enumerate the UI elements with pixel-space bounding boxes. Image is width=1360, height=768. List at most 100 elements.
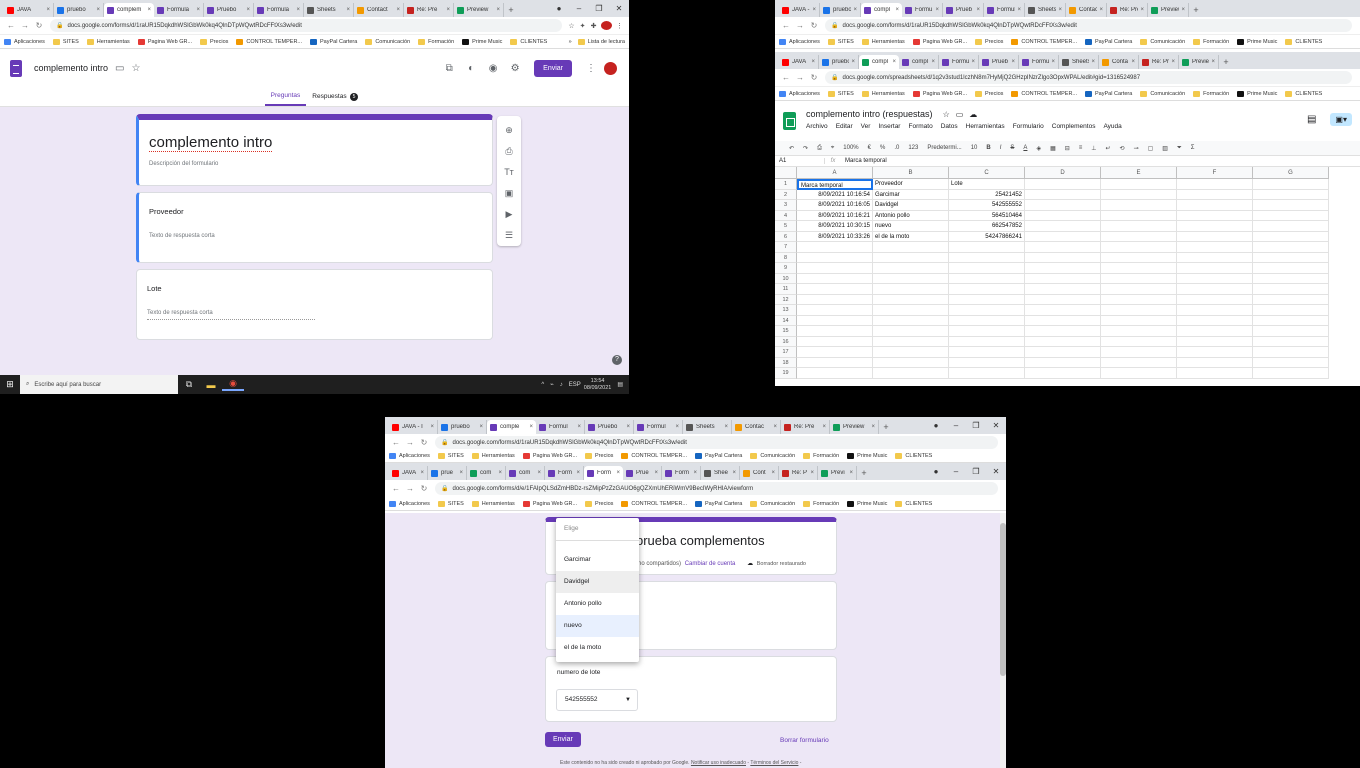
bookmark-item[interactable]: SITES	[827, 38, 854, 45]
more-icon[interactable]: ⋮	[580, 63, 602, 74]
bookmark-item[interactable]: Formación	[803, 500, 839, 507]
percent-icon[interactable]: %	[880, 145, 885, 151]
comment-icon[interactable]: ▢	[1148, 145, 1154, 152]
tab-close-icon[interactable]: ×	[459, 470, 463, 476]
table-cell[interactable]: 54247866241	[949, 231, 1025, 242]
browser-tab[interactable]: Form ×	[662, 466, 701, 480]
table-cell[interactable]	[1253, 336, 1329, 347]
tab-close-icon[interactable]: ×	[496, 7, 500, 13]
bookmark-item[interactable]: CLIENTES	[510, 38, 547, 45]
bookmark-item[interactable]: Formación	[418, 38, 454, 45]
column-header[interactable]: E	[1101, 167, 1177, 179]
back-icon[interactable]: ←	[779, 73, 793, 82]
table-cell[interactable]	[949, 294, 1025, 305]
menu-item[interactable]: Datos	[941, 123, 958, 130]
table-cell[interactable]	[1101, 368, 1177, 379]
table-cell[interactable]	[1177, 252, 1253, 263]
bookmark-item[interactable]: PayPal Cartera	[1085, 90, 1132, 97]
table-cell[interactable]	[873, 357, 949, 368]
browser-tab[interactable]: com ×	[467, 466, 506, 480]
table-cell[interactable]	[873, 242, 949, 253]
table-cell[interactable]	[797, 252, 873, 263]
bookmark-item[interactable]: CLIENTES	[1285, 90, 1322, 97]
bookmark-item[interactable]: SITES	[437, 500, 464, 507]
tab-close-icon[interactable]: ×	[654, 470, 658, 476]
url-input[interactable]: 🔒 docs.google.com/forms/d/1raUR15DqkdhWSl…	[435, 436, 998, 449]
import-questions-icon[interactable]: ⎙	[505, 141, 512, 162]
table-cell[interactable]	[1025, 273, 1101, 284]
browser-tab[interactable]: Preview ×	[830, 420, 879, 434]
form-title-card[interactable]: complemento intro Descripción del formul…	[136, 114, 493, 186]
italic-icon[interactable]: I	[1000, 145, 1002, 151]
tab-close-icon[interactable]: ×	[1099, 7, 1103, 13]
tab-close-icon[interactable]: ×	[771, 470, 775, 476]
add-video-icon[interactable]: ▶	[506, 204, 513, 225]
terms-link[interactable]: Términos del Servicio	[750, 760, 798, 766]
menu-item[interactable]: Complementos	[1052, 123, 1096, 130]
table-cell[interactable]: Lote	[949, 179, 1025, 190]
star-icon[interactable]: ☆	[943, 110, 950, 119]
new-tab-button[interactable]: +	[1219, 55, 1233, 69]
dropdown-option[interactable]: el de la moto	[556, 637, 639, 659]
settings-gear-icon[interactable]: ⚙	[504, 63, 526, 74]
align-icon[interactable]: ≡	[1079, 145, 1083, 151]
addons-icon[interactable]: ⧉	[438, 63, 460, 74]
currency-icon[interactable]: €	[868, 145, 871, 151]
table-cell[interactable]	[1253, 326, 1329, 337]
spreadsheet-title[interactable]: complemento intro (respuestas)	[806, 109, 933, 119]
browser-tab[interactable]: pruebo ×	[820, 3, 861, 17]
print-icon[interactable]: ⎙	[817, 145, 822, 152]
table-cell[interactable]	[873, 263, 949, 274]
browser-tab[interactable]: Prue ×	[623, 466, 662, 480]
browser-tab[interactable]: pruebo ×	[438, 420, 487, 434]
row-header[interactable]: 16	[775, 336, 797, 347]
table-cell[interactable]	[1253, 210, 1329, 221]
link-icon[interactable]: ⊸	[1134, 145, 1139, 152]
table-cell[interactable]: 8/09/2021 10:33:26	[797, 231, 873, 242]
forward-icon[interactable]: →	[403, 484, 417, 493]
table-cell[interactable]	[1253, 294, 1329, 305]
browser-tab[interactable]: Formul ×	[634, 420, 683, 434]
chart-icon[interactable]: ▥	[1162, 145, 1168, 152]
table-cell[interactable]	[949, 263, 1025, 274]
row-header[interactable]: 14	[775, 315, 797, 326]
table-cell[interactable]	[1177, 368, 1253, 379]
menu-item[interactable]: Ayuda	[1103, 123, 1121, 130]
bookmark-item[interactable]: Pagina Web GR...	[912, 90, 967, 97]
merge-icon[interactable]: ⊟	[1065, 145, 1070, 152]
row-header[interactable]: 13	[775, 305, 797, 316]
table-cell[interactable]	[1025, 242, 1101, 253]
back-icon[interactable]: ←	[389, 484, 403, 493]
file-explorer-icon[interactable]: ▬	[200, 380, 222, 390]
decimal-icon[interactable]: .0	[894, 145, 899, 151]
table-cell[interactable]	[1253, 273, 1329, 284]
chrome-icon[interactable]: ◉	[222, 378, 244, 391]
table-cell[interactable]	[949, 242, 1025, 253]
reload-icon[interactable]: ↻	[417, 484, 431, 493]
bookmark-item[interactable]: Aplicaciones	[389, 452, 430, 459]
browser-tab[interactable]: Sheets ×	[1025, 3, 1066, 17]
browser-tab[interactable]: com ×	[506, 466, 545, 480]
tab-close-icon[interactable]: ×	[430, 424, 434, 430]
table-cell[interactable]: 8/09/2021 10:16:54	[797, 189, 873, 200]
table-cell[interactable]	[1025, 189, 1101, 200]
tab-close-icon[interactable]: ×	[693, 470, 697, 476]
bookmark-item[interactable]: Pagina Web GR...	[912, 38, 967, 45]
bookmark-item[interactable]: Aplicaciones	[389, 500, 430, 507]
bookmark-item[interactable]: Formación	[1193, 38, 1229, 45]
bookmark-item[interactable]: CONTROL TEMPER...	[621, 500, 687, 507]
bookmark-item[interactable]: Pagina Web GR...	[137, 38, 192, 45]
table-cell[interactable]	[797, 326, 873, 337]
browser-tab[interactable]: Prueb ×	[979, 55, 1019, 69]
browser-tab[interactable]: Contac ×	[732, 420, 781, 434]
row-header[interactable]: 2	[775, 189, 797, 200]
tab-close-icon[interactable]: ×	[895, 7, 899, 13]
column-header[interactable]: F	[1177, 167, 1253, 179]
table-cell[interactable]	[1025, 284, 1101, 295]
cloud-icon[interactable]: ☁	[969, 110, 977, 119]
minimize-button[interactable]: –	[569, 4, 589, 13]
table-cell[interactable]	[1025, 305, 1101, 316]
folder-icon[interactable]: ▭	[115, 63, 124, 74]
borders-icon[interactable]: ▦	[1050, 145, 1056, 152]
dropdown-option[interactable]: nuevo	[556, 615, 639, 637]
